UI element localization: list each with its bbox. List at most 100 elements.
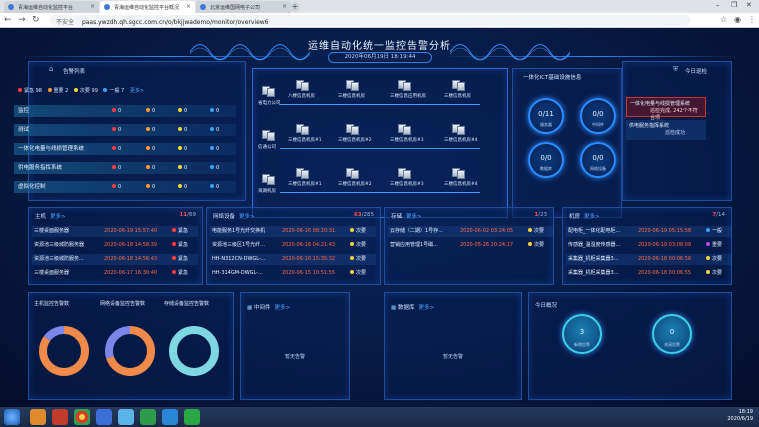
room-node-icon[interactable] — [346, 80, 360, 92]
reload-icon[interactable]: ↻ — [32, 15, 40, 25]
room-node-icon[interactable] — [398, 168, 412, 180]
legend-label: 紧急 98 — [24, 88, 42, 94]
room-node-icon[interactable] — [296, 80, 310, 92]
app-icon[interactable] — [96, 409, 112, 425]
alarm-row[interactable]: 供电服务指挥系统 0 0 0 0 — [14, 162, 236, 174]
more-link[interactable]: 更多> — [239, 214, 255, 220]
minimize-icon[interactable]: – — [716, 1, 720, 9]
app-icon[interactable] — [162, 409, 178, 425]
close-icon[interactable]: × — [90, 3, 95, 10]
alarm-row[interactable]: 监控 0 0 0 0 — [14, 105, 236, 117]
alarm-level: 次要 — [706, 254, 722, 265]
system-clock[interactable]: 18:19 2020/6/19 — [727, 409, 753, 423]
alarm-table-row[interactable]: HH-314GM-DWGL-... 2020-06-15 10:51:55 次要 — [210, 268, 376, 279]
alarm-row[interactable]: 一体化电量与线损管理系统 0 0 0 0 — [14, 143, 236, 155]
room-node-icon[interactable] — [452, 124, 466, 136]
header-line — [20, 56, 320, 57]
alarm-table-row[interactable]: 云存储（二期）1号存... 2020-06-02 03:24:05 次要 — [388, 226, 554, 237]
panel-title: 今日概况 — [535, 303, 558, 309]
inspection-item[interactable]: 一体化电量与线损管理系统 巡检完成, 242个不符合项 — [626, 97, 706, 121]
security-indicator[interactable]: 不安全 — [56, 19, 74, 26]
alarm-level: 一般 — [706, 226, 722, 237]
more-link[interactable]: 更多> — [274, 305, 290, 311]
stat-value: 0/11 — [538, 110, 554, 118]
server-icon[interactable] — [262, 86, 276, 98]
browser-tab-active[interactable]: 青海运维自动化监控平台概况 × — [100, 1, 195, 13]
level-dot — [350, 270, 354, 274]
alarm-level: 次要 — [350, 268, 366, 279]
database-stat-circle[interactable]: 0/0 数据库 — [528, 142, 564, 178]
alarm-row[interactable]: 测试 0 0 0 0 — [14, 124, 236, 136]
alarm-count-value: 0 — [152, 146, 156, 152]
more-link[interactable]: 更多> — [584, 214, 600, 220]
room-node-label: 三楼信息机房#4 — [444, 138, 478, 143]
alarm-count-value: 63 — [353, 212, 362, 218]
alarm-table-row[interactable]: 采集器_机柜采集器3... 2020-06-18 00:06:58 次要 — [566, 254, 732, 265]
room-node-icon[interactable] — [398, 80, 412, 92]
browser-tab[interactable]: 北京运维国网电子公司 × — [196, 1, 291, 13]
maximize-icon[interactable]: ❐ — [731, 1, 737, 9]
level-dot — [146, 146, 150, 150]
level-dot — [112, 127, 116, 131]
inspection-item[interactable]: 供电服务指挥系统 巡检成功 — [626, 120, 706, 140]
alarm-table-row[interactable]: 资源池三级城防服务... 2020-06-18 14:56:43 紧急 — [32, 254, 198, 265]
more-link[interactable]: 更多> — [50, 214, 66, 220]
closed-alarm-card[interactable]: 0 关闭告警 — [652, 314, 692, 354]
stat-value: 0/0 — [540, 154, 552, 162]
browser-tab[interactable]: 青海运维自动化监控平台 × — [4, 1, 99, 13]
new-alarm-card[interactable]: 3 新增告警 — [562, 314, 602, 354]
menu-icon[interactable]: ⋮ — [748, 15, 756, 24]
app-icon[interactable] — [184, 409, 200, 425]
room-node-icon[interactable] — [346, 124, 360, 136]
tab-label: 北京运维国网电子公司 — [210, 5, 261, 11]
room-node-icon[interactable] — [296, 168, 310, 180]
alarm-table-row[interactable]: 三楼桌面服务器 2020-06-19 15:57:40 紧急 — [32, 226, 198, 237]
alarm-table-row[interactable]: 采集器_机柜采集器3... 2020-06-18 00:06:55 次要 — [566, 268, 732, 279]
star-icon[interactable]: ☆ — [720, 15, 727, 24]
close-icon[interactable]: × — [186, 3, 191, 10]
server-icon[interactable] — [262, 174, 276, 186]
alarm-table-row[interactable]: 传感器_温湿度传感器... 2020-06-19 03:08:09 重要 — [566, 240, 732, 251]
alarm-table-row[interactable]: HH-N312CN-DWGL-... 2020-06-16 15:35:32 次要 — [210, 254, 376, 265]
profile-icon[interactable]: ◉ — [734, 15, 741, 24]
alarm-count-value: 0 — [152, 108, 156, 114]
app-icon[interactable] — [140, 409, 156, 425]
alarm-count-value: 0 — [216, 184, 220, 190]
app-icon[interactable] — [52, 409, 68, 425]
server-icon[interactable] — [262, 130, 276, 142]
start-button[interactable] — [4, 409, 20, 425]
network-stat-circle[interactable]: 0/0 网络设备 — [580, 142, 616, 178]
more-link[interactable]: 更多> — [130, 88, 144, 94]
room-node-icon[interactable] — [346, 168, 360, 180]
file-explorer-icon[interactable] — [30, 409, 46, 425]
room-node-icon[interactable] — [452, 168, 466, 180]
alarm-count-cell: 0 — [178, 162, 187, 174]
more-link[interactable]: 更多> — [418, 305, 434, 311]
more-link[interactable]: 更多> — [406, 214, 422, 220]
url-input[interactable]: 不安全 paas.ywzdh.qh.sgcc.com.cn/o/bkjjwade… — [50, 15, 690, 26]
room-node-icon[interactable] — [452, 80, 466, 92]
new-tab-button[interactable]: + — [290, 2, 300, 12]
forward-icon[interactable]: → — [18, 15, 26, 25]
alarm-row-name: 供电服务指挥系统 — [18, 165, 63, 171]
alarm-source-name: 三楼桌面服务器 — [34, 228, 70, 234]
close-icon[interactable]: × — [282, 3, 287, 10]
alarm-level-text: 次要 — [534, 228, 545, 234]
middleware-stat-circle[interactable]: 0/0 中间件 — [580, 98, 616, 134]
room-node-icon[interactable] — [296, 124, 310, 136]
app-icon[interactable] — [118, 409, 134, 425]
alarm-table-row[interactable]: 资源池三级区1号光纤... 2020-06-16 04:21:43 次要 — [210, 240, 376, 251]
chrome-icon[interactable] — [74, 409, 90, 425]
room-node-icon[interactable] — [398, 124, 412, 136]
server-stat-circle[interactable]: 0/11 服务器 — [528, 98, 564, 134]
back-icon[interactable]: ← — [4, 15, 12, 25]
alarm-table-row[interactable]: 资源池三级城防服务器 2020-06-18 14:58:39 紧急 — [32, 240, 198, 251]
alarm-row[interactable]: 虚拟化控制 0 0 0 0 — [14, 181, 236, 193]
alarm-table-row[interactable]: 电能服务1号光纤交换机 2020-06-16 08:20:31 次要 — [210, 226, 376, 237]
level-dot — [112, 184, 116, 188]
alarm-table-row[interactable]: 三楼桌面服务器 2020-06-17 16:30:40 紧急 — [32, 268, 198, 279]
alarm-table-row[interactable]: 配电柜_一体化配电柜... 2020-06-19 05:15:58 一般 — [566, 226, 732, 237]
alarm-count-value: 0 — [184, 108, 188, 114]
close-window-icon[interactable]: ✕ — [746, 1, 752, 9]
alarm-table-row[interactable]: 营销应用管理1号磁... 2020-05-26 20:24:17 次要 — [388, 240, 554, 251]
